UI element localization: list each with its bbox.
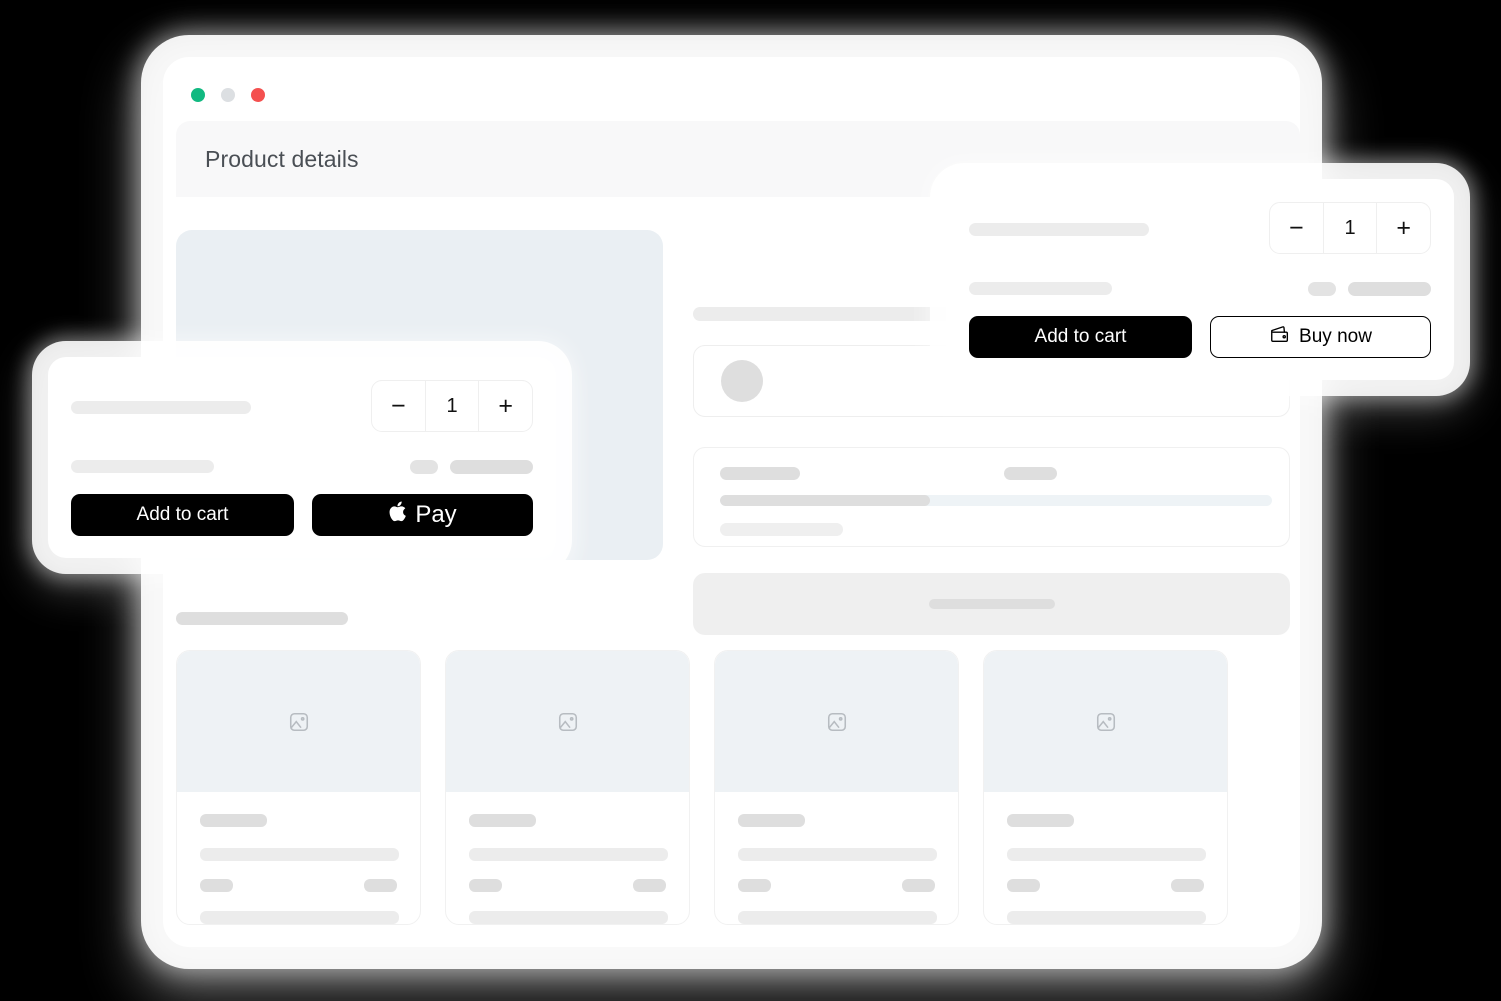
window-controls <box>191 88 265 102</box>
quantity-increment-button[interactable]: + <box>479 381 532 431</box>
image-placeholder-icon <box>289 712 308 731</box>
product-card-meta-row <box>469 879 666 892</box>
recommendations-grid <box>176 650 1287 925</box>
product-card-tag-skeleton <box>902 879 935 892</box>
quantity-decrement-button[interactable]: − <box>372 381 425 431</box>
apple-pay-label: Pay <box>415 501 457 528</box>
recommendations-title-skeleton <box>176 612 348 625</box>
widget-price-skeleton <box>71 460 214 473</box>
widget-product-name-skeleton <box>969 223 1149 236</box>
product-card-price-skeleton <box>1007 879 1040 892</box>
product-card-price-skeleton <box>738 879 771 892</box>
product-card[interactable] <box>176 650 421 925</box>
buy-widget-header: − 1 + <box>48 357 556 453</box>
widget-price-skeleton <box>969 282 1112 295</box>
quantity-value[interactable]: 1 <box>1322 203 1378 253</box>
info-badge-skeleton <box>1004 467 1057 480</box>
product-card-desc-skeleton <box>200 848 399 861</box>
minimize-button[interactable] <box>191 88 205 102</box>
product-card-meta-row <box>738 879 935 892</box>
product-card-name-skeleton <box>469 814 536 827</box>
apple-pay-button[interactable]: Pay <box>312 494 533 536</box>
stock-progress-fill <box>720 495 930 506</box>
apple-logo-icon <box>388 500 407 527</box>
product-card-image <box>984 651 1227 792</box>
quantity-stepper[interactable]: − 1 + <box>1269 202 1431 254</box>
canvas: Product details − 1 + Add to cart Pay − … <box>0 0 1501 1001</box>
widget-meta-pill-small <box>1308 282 1336 296</box>
widget-product-name-skeleton <box>71 401 251 414</box>
product-card-tag-skeleton <box>633 879 666 892</box>
product-card-footer-skeleton <box>738 911 937 924</box>
page-title: Product details <box>205 145 359 172</box>
quantity-decrement-button[interactable]: − <box>1270 203 1323 253</box>
quantity-value[interactable]: 1 <box>424 381 480 431</box>
buy-widget-actions: Add to cart Pay <box>71 494 533 536</box>
product-card-desc-skeleton <box>738 848 937 861</box>
stock-progress-bar <box>720 495 1272 506</box>
buy-now-button[interactable]: Buy now <box>1209 316 1431 358</box>
product-card-body <box>984 792 1227 924</box>
quantity-increment-button[interactable]: + <box>1377 203 1430 253</box>
product-card-body <box>446 792 689 924</box>
image-placeholder-icon <box>558 712 577 731</box>
buy-widget-actions: Add to cart Buy now <box>969 316 1431 358</box>
product-card-body <box>177 792 420 924</box>
product-card-image <box>446 651 689 792</box>
product-card[interactable] <box>445 650 690 925</box>
product-card-meta-row <box>1007 879 1204 892</box>
product-card-price-skeleton <box>200 879 233 892</box>
buy-now-label: Buy now <box>1299 326 1372 347</box>
product-card-footer-skeleton <box>1007 911 1206 924</box>
product-card-image <box>177 651 420 792</box>
widget-meta-pill-large <box>1348 282 1431 296</box>
product-card-name-skeleton <box>1007 814 1074 827</box>
add-to-cart-button[interactable]: Add to cart <box>71 494 294 536</box>
product-card-footer-skeleton <box>469 911 668 924</box>
product-card[interactable] <box>983 650 1228 925</box>
buy-widget-header: − 1 + <box>946 179 1454 275</box>
recommendations-section <box>176 612 1287 925</box>
image-placeholder-icon <box>827 712 846 731</box>
product-card-name-skeleton <box>200 814 267 827</box>
widget-meta-pill-large <box>450 460 533 474</box>
product-info-card <box>693 447 1290 547</box>
product-card-body <box>715 792 958 924</box>
quantity-stepper[interactable]: − 1 + <box>371 380 533 432</box>
product-card-image <box>715 651 958 792</box>
product-card-price-skeleton <box>469 879 502 892</box>
product-card-footer-skeleton <box>200 911 399 924</box>
product-card-desc-skeleton <box>469 848 668 861</box>
wallet-icon <box>1269 323 1291 351</box>
product-card-meta-row <box>200 879 397 892</box>
product-card-name-skeleton <box>738 814 805 827</box>
info-subtext-skeleton <box>720 523 843 536</box>
product-card-tag-skeleton <box>1171 879 1204 892</box>
secondary-cta-label-skeleton <box>928 599 1055 609</box>
product-card[interactable] <box>714 650 959 925</box>
product-card-tag-skeleton <box>364 879 397 892</box>
buy-widget-apple-pay: − 1 + Add to cart Pay <box>48 357 556 558</box>
buy-widget-buy-now: − 1 + Add to cart Buy now <box>946 179 1454 380</box>
maximize-button[interactable] <box>221 88 235 102</box>
product-card-desc-skeleton <box>1007 848 1206 861</box>
color-swatch-icon[interactable] <box>721 360 763 402</box>
widget-meta-pill-small <box>410 460 438 474</box>
add-to-cart-button[interactable]: Add to cart <box>969 316 1192 358</box>
image-placeholder-icon <box>1096 712 1115 731</box>
close-button[interactable] <box>251 88 265 102</box>
info-label-skeleton <box>720 467 800 480</box>
